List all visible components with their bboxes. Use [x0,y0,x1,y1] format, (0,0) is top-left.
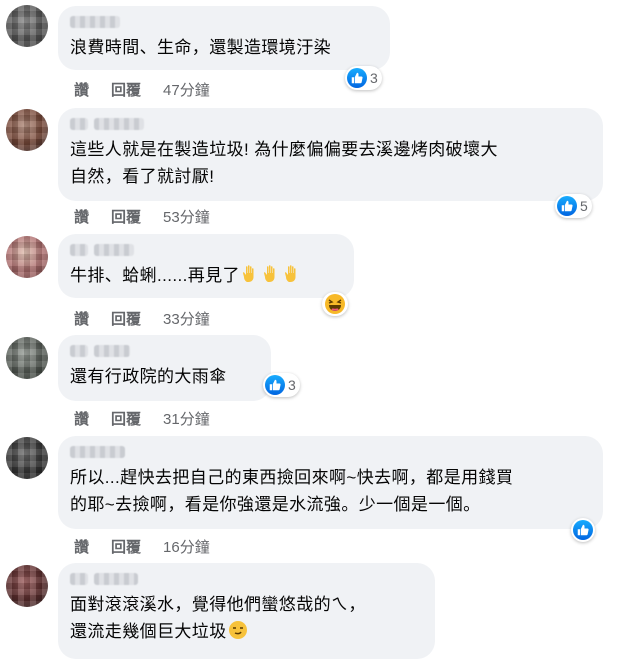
avatar[interactable] [6,5,48,47]
reaction-count: 5 [580,198,588,214]
reply-button[interactable]: 回覆 [111,79,141,100]
timestamp[interactable]: 53分鐘 [163,206,210,227]
comment-text: 面對滾滾溪水，覺得他們蠻悠哉的ㄟ， 還流走幾個巨大垃圾 [70,591,423,645]
raised-hand-emoji [241,264,261,284]
commenter-name[interactable] [70,242,342,258]
avatar[interactable] [6,437,48,479]
like-icon [557,196,577,216]
timestamp[interactable]: 47分鐘 [163,79,210,100]
reaction-count: 3 [288,377,296,393]
commenter-name[interactable] [70,571,423,587]
reply-button[interactable]: 回覆 [111,536,141,557]
comment-text: 所以...趕快去把自己的東西撿回來啊~快去啊，都是用錢買 的耶~去撿啊，看是你強… [70,468,514,514]
like-icon [265,375,285,395]
comment-text: 這些人就是在製造垃圾! 為什麼偏偏要去溪邊烤肉破壞大 自然，看了就討厭! [70,140,498,186]
comment-bubble: 浪費時間、生命，還製造環境汙染 [58,6,390,70]
commenter-name[interactable] [70,343,259,359]
commenter-name[interactable] [70,14,378,30]
raised-hand-emoji [283,264,303,284]
avatar[interactable] [6,236,48,278]
like-button[interactable]: 讚 [74,206,89,227]
comment-actions: 讚 回覆 31分鐘 [74,408,210,429]
reaction-summary[interactable]: 3 [345,66,382,90]
comment-bubble: 牛排、蛤蜊......再見了 [58,234,354,298]
reply-button[interactable]: 回覆 [111,408,141,429]
comment-bubble: 所以...趕快去把自己的東西撿回來啊~快去啊，都是用錢買 的耶~去撿啊，看是你強… [58,436,603,529]
smirk-emoji [228,620,248,640]
comment-actions: 讚 回覆 53分鐘 [74,206,210,227]
comment-bubble: 還有行政院的大雨傘 [58,335,271,401]
like-icon [573,520,593,540]
reply-button[interactable]: 回覆 [111,308,141,329]
comment-text-content: 面對滾滾溪水，覺得他們蠻悠哉的ㄟ， 還流走幾個巨大垃圾 [70,595,366,641]
like-button[interactable]: 讚 [74,536,89,557]
haha-icon [324,293,346,315]
reaction-summary[interactable] [571,518,595,542]
avatar[interactable] [6,337,48,379]
like-icon [347,68,367,88]
timestamp[interactable]: 33分鐘 [163,308,210,329]
avatar[interactable] [6,565,48,607]
reaction-summary[interactable]: 3 [263,373,300,397]
comment-actions: 讚 回覆 33分鐘 [74,308,210,329]
comment-bubble: 這些人就是在製造垃圾! 為什麼偏偏要去溪邊烤肉破壞大 自然，看了就討厭! [58,108,603,201]
comment-text-content: 牛排、蛤蜊......再見了 [70,266,240,285]
comment-text: 牛排、蛤蜊......再見了 [70,262,342,289]
reaction-summary[interactable]: 5 [555,194,592,218]
comment-text: 浪費時間、生命，還製造環境汙染 [70,38,331,57]
avatar[interactable] [6,109,48,151]
comment-bubble: 面對滾滾溪水，覺得他們蠻悠哉的ㄟ， 還流走幾個巨大垃圾 [58,563,435,659]
raised-hand-emoji [262,264,282,284]
comment-text: 還有行政院的大雨傘 [70,367,227,386]
reaction-summary[interactable] [322,292,348,316]
like-button[interactable]: 讚 [74,408,89,429]
reply-button[interactable]: 回覆 [111,206,141,227]
commenter-name[interactable] [70,116,591,132]
timestamp[interactable]: 16分鐘 [163,536,210,557]
comment-actions: 讚 回覆 16分鐘 [74,536,210,557]
like-button[interactable]: 讚 [74,79,89,100]
reaction-count: 3 [370,70,378,86]
comment-actions: 讚 回覆 47分鐘 [74,79,210,100]
like-button[interactable]: 讚 [74,308,89,329]
commenter-name[interactable] [70,444,591,460]
timestamp[interactable]: 31分鐘 [163,408,210,429]
